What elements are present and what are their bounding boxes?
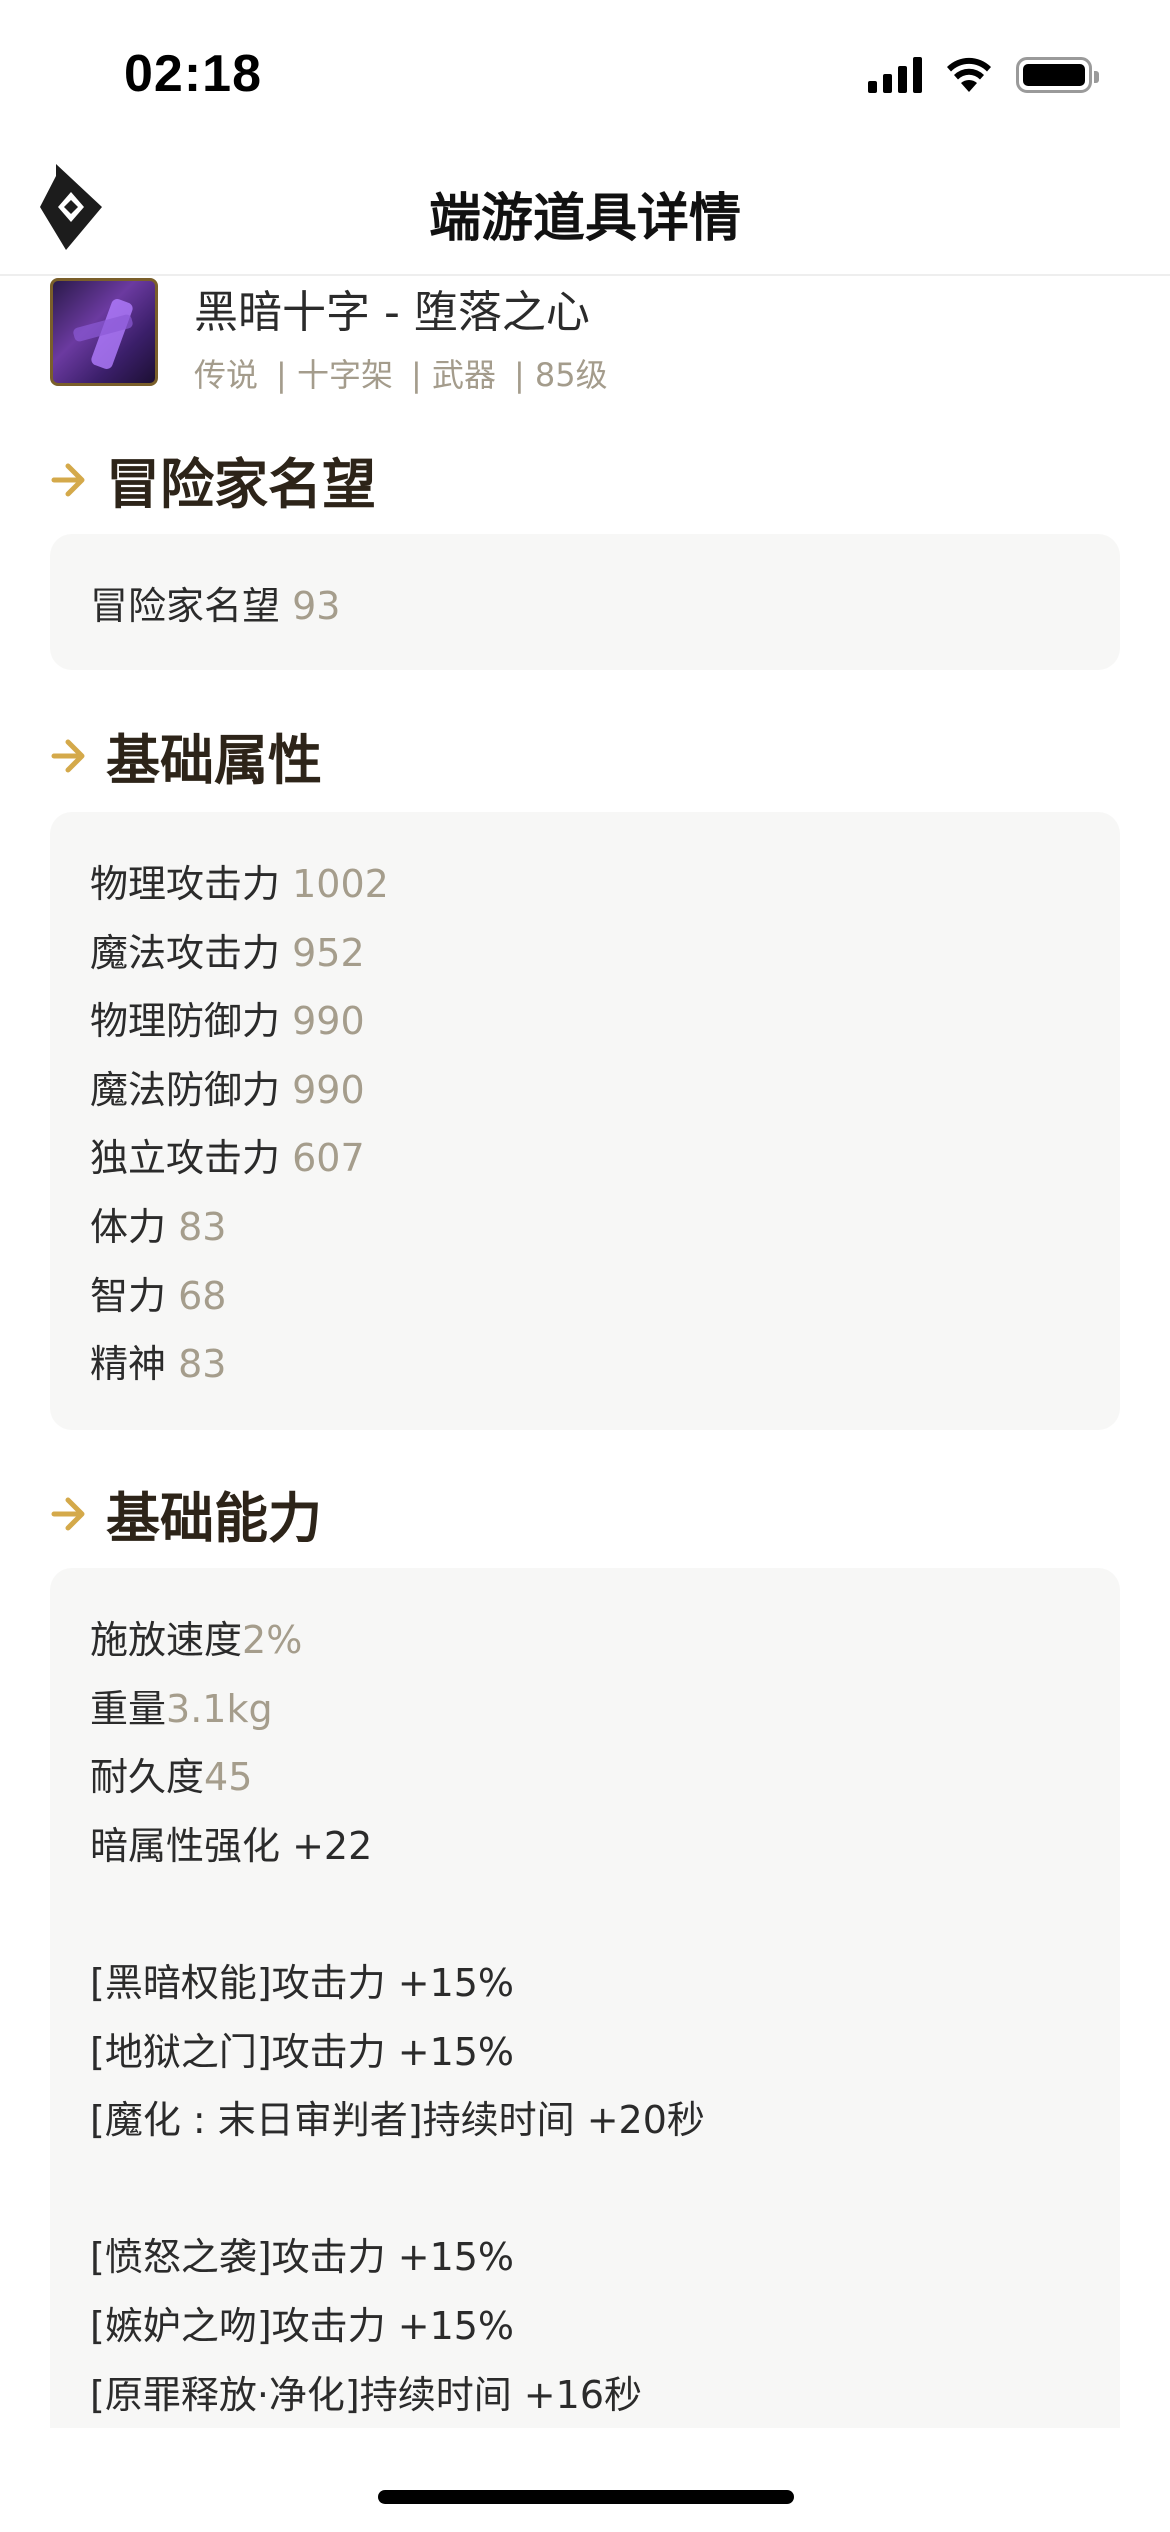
stat-label: 魔法攻击力 [90,930,281,975]
section-label: 基础能力 [106,1487,322,1550]
skill-text: [原罪释放·净化]持续时间 +16秒 [90,2372,643,2417]
stat-label: 精神 [90,1342,167,1387]
stat-value: 83 [178,1342,227,1387]
skill-row: [黑暗权能]攻击力 +15% [90,1949,1080,2018]
stat-value: 952 [292,930,365,975]
stat-row: 体力 83 [90,1193,1080,1262]
item-tags: 传说 | 十字架 | 武器 | 85级 [194,350,626,396]
stat-row: 施放速度2% [90,1606,1080,1675]
stat-value: 83 [178,1204,227,1249]
skill-row: [魔化 : 末日审判者]持续时间 +20秒 [90,2086,1080,2155]
stat-row: 冒险家名望 93 [90,572,1080,641]
skill-text: [愤怒之袭]攻击力 +15% [90,2235,515,2280]
stat-label: 智力 [90,1273,167,1318]
skill-text: [地狱之门]攻击力 +15% [90,2029,515,2074]
stat-row: 魔法防御力 990 [90,1056,1080,1125]
skill-row: [嫉妒之吻]攻击力 +15% [90,2292,1080,2361]
skill-text: [嫉妒之吻]攻击力 +15% [90,2303,515,2348]
section-title-base-attributes: 基础属性 [50,716,322,795]
item-name: 黑暗十字 - 堕落之心 [194,287,590,338]
stat-label: 暗属性强化 +22 [90,1823,373,1868]
stat-row: 耐久度45 [90,1743,1080,1812]
wifi-icon [947,57,991,92]
stat-row: 魔法攻击力 952 [90,919,1080,988]
section-arrow-icon [51,1497,85,1530]
item-header: 黑暗十字 - 堕落之心 传说 | 十字架 | 武器 | 85级 [50,278,1120,394]
home-indicator[interactable] [378,2490,794,2504]
stat-row: 暗属性强化 +22 [90,1812,1080,1881]
base-attributes-card: 物理攻击力 1002 魔法攻击力 952 物理防御力 990 魔法防御力 990… [50,812,1120,1430]
section-arrow-icon [51,463,85,496]
stat-row: 精神 83 [90,1330,1080,1399]
stat-label: 独立攻击力 [90,1136,281,1181]
skill-row: [原罪释放·净化]持续时间 +16秒 [90,2361,1080,2430]
item-tag-level: | 85级 [513,356,608,394]
stat-value: 45 [204,1755,253,1800]
status-icons [868,56,1099,94]
stat-label: 重量 [90,1686,167,1731]
skill-row: [愤怒之袭]攻击力 +15% [90,2223,1080,2292]
stat-value: 990 [292,1067,365,1112]
status-bar: 02:18 [0,0,1170,150]
stat-row: 智力 68 [90,1262,1080,1331]
section-title-reputation: 冒险家名望 [50,440,376,519]
stat-label: 施放速度 [90,1618,243,1662]
stat-label: 冒险家名望 [90,584,281,628]
item-tag-rarity: 传说 [194,356,259,394]
skill-row: [地狱之门]攻击力 +15% [90,2018,1080,2087]
stat-row: 独立攻击力 607 [90,1124,1080,1193]
battery-icon [1016,57,1099,93]
stat-label: 耐久度 [90,1755,205,1800]
stat-value: 1002 [292,862,389,906]
section-label: 基础属性 [106,729,322,792]
section-arrow-icon [51,739,85,772]
reputation-card: 冒险家名望 93 [50,534,1120,670]
stat-row: 物理攻击力 1002 [90,850,1080,919]
stat-value: 990 [292,999,365,1044]
stat-label: 物理攻击力 [90,862,281,906]
nav-bar: 端游道具详情 [0,150,1170,276]
status-time: 02:18 [124,45,262,103]
stat-value: 3.1kg [166,1686,273,1731]
base-abilities-card: 施放速度2% 重量3.1kg 耐久度45 暗属性强化 +22 [黑暗权能]攻击力… [50,1568,1120,2428]
stat-label: 魔法防御力 [90,1067,281,1112]
stat-value: 68 [178,1273,227,1318]
section-title-base-abilities: 基础能力 [50,1474,322,1553]
page-title: 端游道具详情 [428,189,741,249]
section-label: 冒险家名望 [106,453,376,516]
stat-row: 重量3.1kg [90,1675,1080,1744]
stat-value: 607 [292,1136,365,1181]
stat-row: 物理防御力 990 [90,987,1080,1056]
stat-value: 2% [242,1618,303,1662]
item-tag-category: | 武器 [410,356,496,394]
item-icon [50,278,158,386]
stat-value: 93 [292,584,341,628]
cellular-signal-icon [868,57,922,93]
stat-label: 体力 [90,1204,167,1249]
item-tag-type: | 十字架 [276,356,393,394]
skill-text: [黑暗权能]攻击力 +15% [90,1960,515,2005]
stat-label: 物理防御力 [90,999,281,1044]
skill-text: [魔化 : 末日审判者]持续时间 +20秒 [90,2098,705,2143]
